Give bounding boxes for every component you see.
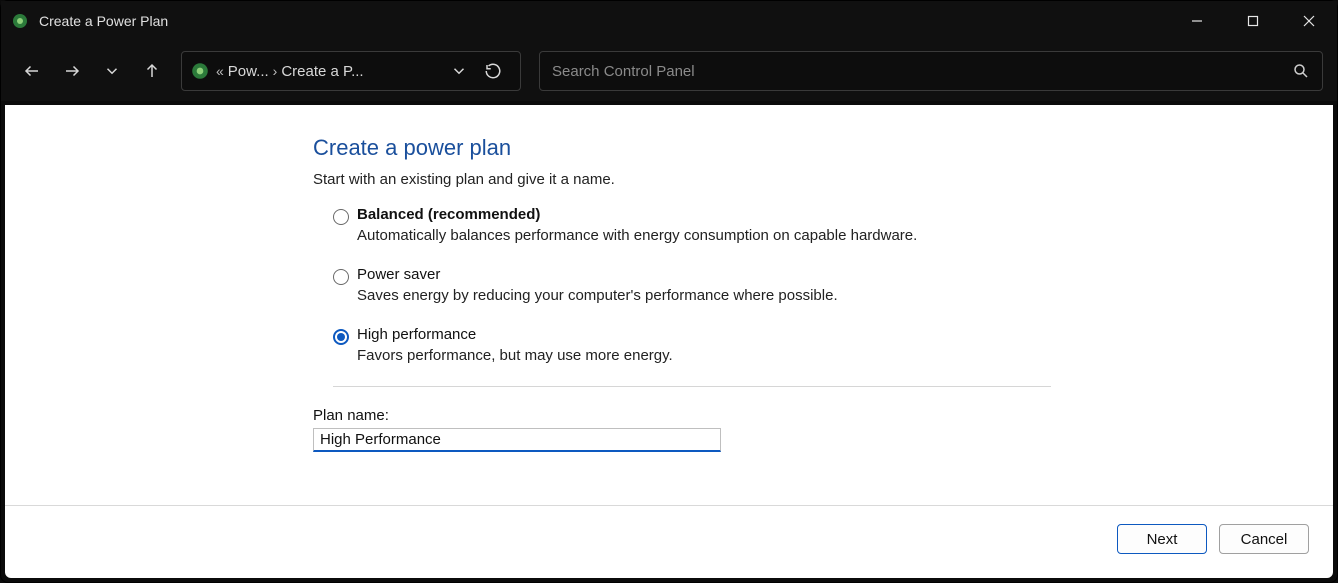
breadcrumb-item-create[interactable]: Create a P...	[281, 63, 363, 80]
radio-high-performance[interactable]	[333, 329, 349, 345]
option-title-high-performance: High performance	[357, 326, 476, 343]
breadcrumb-location-icon	[190, 61, 210, 81]
breadcrumb-sep: ›	[273, 63, 278, 79]
refresh-button[interactable]	[472, 62, 514, 80]
cancel-button[interactable]: Cancel	[1219, 524, 1309, 554]
next-button[interactable]: Next	[1117, 524, 1207, 554]
option-desc-high-performance: Favors performance, but may use more ene…	[333, 347, 1043, 364]
page-subheading: Start with an existing plan and give it …	[313, 171, 1043, 188]
page-heading: Create a power plan	[313, 135, 1043, 161]
option-high-performance[interactable]: High performance Favors performance, but…	[313, 326, 1043, 364]
titlebar: Create a Power Plan	[1, 1, 1337, 41]
forward-button[interactable]	[55, 54, 89, 88]
up-button[interactable]	[135, 54, 169, 88]
maximize-button[interactable]	[1225, 1, 1281, 41]
search-icon	[1292, 62, 1310, 80]
option-desc-balanced: Automatically balances performance with …	[333, 227, 1043, 244]
recent-locations-button[interactable]	[95, 54, 129, 88]
plan-name-input[interactable]	[313, 428, 721, 452]
breadcrumb-item-power[interactable]: Pow...	[228, 63, 269, 80]
radio-power-saver[interactable]	[333, 269, 349, 285]
window-controls	[1169, 1, 1337, 41]
navbar: « Pow... › Create a P...	[1, 41, 1337, 101]
back-button[interactable]	[15, 54, 49, 88]
search-bar[interactable]	[539, 51, 1323, 91]
radio-balanced[interactable]	[333, 209, 349, 225]
window-title: Create a Power Plan	[39, 13, 1169, 29]
content-area: Create a power plan Start with an existi…	[5, 105, 1333, 578]
option-power-saver[interactable]: Power saver Saves energy by reducing you…	[313, 266, 1043, 304]
close-button[interactable]	[1281, 1, 1337, 41]
search-input[interactable]	[552, 63, 1292, 80]
plan-name-label: Plan name:	[313, 407, 1043, 424]
footer-buttons: Next Cancel	[1117, 524, 1309, 554]
breadcrumb-overflow[interactable]: «	[216, 63, 224, 79]
option-desc-power-saver: Saves energy by reducing your computer's…	[333, 287, 1043, 304]
breadcrumb-bar[interactable]: « Pow... › Create a P...	[181, 51, 521, 91]
breadcrumb-history-button[interactable]	[446, 54, 472, 88]
app-icon	[11, 12, 29, 30]
option-balanced[interactable]: Balanced (recommended) Automatically bal…	[313, 206, 1043, 244]
minimize-button[interactable]	[1169, 1, 1225, 41]
footer-separator	[5, 505, 1333, 506]
option-title-power-saver: Power saver	[357, 266, 440, 283]
divider	[333, 386, 1051, 387]
option-title-balanced: Balanced (recommended)	[357, 206, 540, 223]
